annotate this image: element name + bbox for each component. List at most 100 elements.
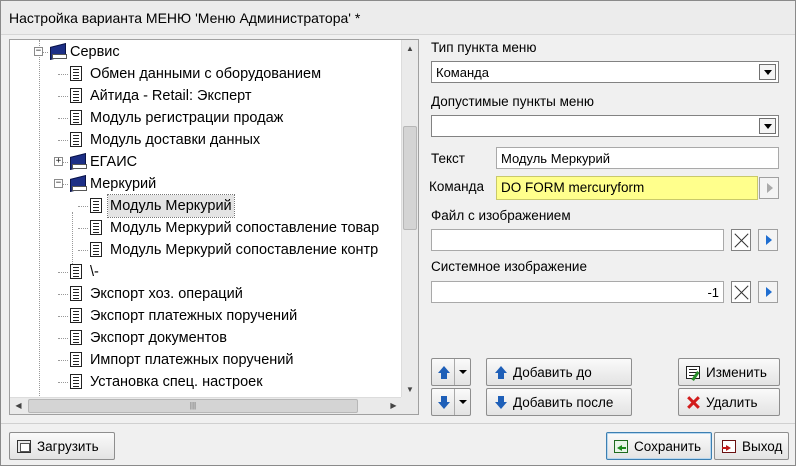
document-icon bbox=[70, 286, 82, 301]
tree-connector bbox=[58, 140, 68, 141]
tree-connector bbox=[58, 338, 68, 339]
text-field[interactable]: Модуль Меркурий bbox=[496, 147, 779, 169]
book-icon bbox=[70, 155, 87, 169]
tree-node-label: Установка спец. настроек bbox=[90, 374, 263, 390]
arrow-up-icon bbox=[494, 366, 508, 379]
load-button[interactable]: Загрузить bbox=[9, 432, 115, 460]
scrollbar-corner bbox=[401, 397, 418, 414]
image-file-label: Файл с изображением bbox=[431, 208, 571, 223]
tree-node[interactable]: Экспорт хоз. операций bbox=[10, 283, 402, 305]
document-icon bbox=[70, 374, 82, 389]
delete-label: Удалить bbox=[706, 395, 758, 410]
chevron-down-icon[interactable] bbox=[759, 118, 776, 134]
system-image-field[interactable]: -1 bbox=[431, 281, 724, 303]
menu-item-type-value: Команда bbox=[436, 65, 489, 80]
chevron-down-icon[interactable] bbox=[454, 359, 470, 385]
tree-node-label: Модуль Меркурий bbox=[107, 194, 235, 218]
system-image-label: Системное изображение bbox=[431, 259, 587, 274]
document-icon bbox=[70, 264, 82, 279]
chevron-down-icon[interactable] bbox=[454, 389, 470, 415]
load-icon bbox=[17, 440, 31, 453]
browse-image-file-button[interactable] bbox=[758, 229, 778, 251]
tree-node[interactable]: Модуль Меркурий сопоставление товар bbox=[10, 217, 402, 239]
title-bar: Настройка варианта МЕНЮ 'Меню Администра… bbox=[1, 1, 795, 35]
scroll-up-icon[interactable]: ▲ bbox=[402, 40, 418, 57]
tree-node[interactable]: Установка спец. настроек bbox=[10, 371, 402, 393]
tree-connector bbox=[58, 294, 68, 295]
tree-node[interactable]: Модуль Меркурий bbox=[10, 194, 402, 218]
save-icon bbox=[614, 440, 628, 453]
delete-button[interactable]: Удалить bbox=[678, 388, 780, 416]
tree-node[interactable]: Обмен данными с оборудованием bbox=[10, 63, 402, 85]
browse-system-image-button[interactable] bbox=[758, 281, 778, 303]
tree-node-label: Экспорт платежных поручений bbox=[90, 308, 298, 324]
book-icon bbox=[70, 177, 87, 191]
tree-node[interactable]: Импорт платежных поручений bbox=[10, 349, 402, 371]
allowed-items-label: Допустимые пункты меню bbox=[431, 94, 595, 109]
collapse-icon[interactable]: − bbox=[34, 47, 43, 56]
menu-tree[interactable]: − Сервис Обмен данными с оборудованием Айти… bbox=[9, 39, 419, 415]
exit-button[interactable]: Выход bbox=[714, 432, 789, 460]
menu-item-type-label: Тип пункта меню bbox=[431, 40, 537, 55]
chevron-down-icon[interactable] bbox=[759, 64, 776, 80]
tree-node[interactable]: Модуль регистрации продаж bbox=[10, 107, 402, 129]
document-icon bbox=[70, 132, 82, 147]
tree-horizontal-scrollbar[interactable]: ◀ ||| ▶ bbox=[10, 397, 402, 414]
expand-icon[interactable]: + bbox=[54, 157, 63, 166]
tree-node[interactable]: + ЕГАИС bbox=[10, 151, 402, 173]
clear-image-file-icon[interactable] bbox=[731, 229, 751, 251]
tree-node-label: Сервис bbox=[70, 44, 120, 60]
delete-icon bbox=[686, 396, 700, 409]
document-icon bbox=[70, 88, 82, 103]
tree-vertical-scrollbar[interactable]: ▲ ▼ bbox=[401, 40, 418, 398]
tree-node[interactable]: Экспорт платежных поручений bbox=[10, 305, 402, 327]
exit-icon bbox=[722, 440, 736, 453]
add-before-label: Добавить до bbox=[513, 365, 592, 380]
clear-system-image-icon[interactable] bbox=[731, 281, 751, 303]
edit-label: Изменить bbox=[706, 365, 767, 380]
tree-connector bbox=[58, 382, 68, 383]
scroll-left-icon[interactable]: ◀ bbox=[10, 398, 27, 414]
tree-node[interactable]: \- bbox=[10, 261, 402, 283]
tree-node-label: Модуль Меркурий сопоставление контр bbox=[110, 242, 379, 258]
arrow-down-icon bbox=[437, 396, 451, 409]
tree-node[interactable]: Модуль Меркурий сопоставление контр bbox=[10, 239, 402, 261]
collapse-icon[interactable]: − bbox=[54, 179, 63, 188]
footer-separator bbox=[1, 423, 795, 424]
tree-node-label: Модуль Меркурий сопоставление товар bbox=[110, 220, 380, 236]
document-icon bbox=[70, 110, 82, 125]
tree-node-label: Экспорт хоз. операций bbox=[90, 286, 243, 302]
tree-node[interactable]: − Сервис bbox=[10, 41, 402, 63]
tree-node[interactable]: Айтида - Retail: Эксперт bbox=[10, 85, 402, 107]
move-down-button[interactable] bbox=[431, 388, 471, 416]
tree-connector bbox=[58, 118, 68, 119]
tree-node-label: Модуль регистрации продаж bbox=[90, 110, 284, 126]
command-run-button[interactable] bbox=[759, 177, 779, 199]
scroll-down-icon[interactable]: ▼ bbox=[402, 381, 418, 398]
tree-node[interactable]: Модуль доставки данных bbox=[10, 129, 402, 151]
image-file-field[interactable] bbox=[431, 229, 724, 251]
add-after-button[interactable]: Добавить после bbox=[486, 388, 632, 416]
add-before-button[interactable]: Добавить до bbox=[486, 358, 632, 386]
tree-node-label: \- bbox=[90, 264, 99, 280]
menu-item-type-select[interactable]: Команда bbox=[431, 61, 779, 83]
document-icon bbox=[70, 308, 82, 323]
tree-vertical-scroll-thumb[interactable] bbox=[403, 126, 417, 230]
document-icon bbox=[90, 242, 102, 257]
tree-node[interactable]: Экспорт документов bbox=[10, 327, 402, 349]
edit-button[interactable]: Изменить bbox=[678, 358, 780, 386]
save-button[interactable]: Сохранить bbox=[606, 432, 712, 460]
exit-label: Выход bbox=[742, 439, 783, 454]
move-up-button[interactable] bbox=[431, 358, 471, 386]
menu-tree-rows: − Сервис Обмен данными с оборудованием Айти… bbox=[10, 40, 402, 398]
tree-node[interactable]: − Меркурий bbox=[10, 173, 402, 195]
book-icon bbox=[50, 45, 67, 59]
document-icon bbox=[90, 198, 102, 213]
command-field[interactable]: DO FORM mercuryform bbox=[496, 176, 758, 200]
tree-horizontal-scroll-thumb[interactable]: ||| bbox=[28, 399, 358, 413]
tree-connector bbox=[78, 250, 88, 251]
scroll-right-icon[interactable]: ▶ bbox=[385, 398, 402, 414]
tree-connector bbox=[78, 206, 88, 207]
allowed-items-select[interactable] bbox=[431, 115, 779, 137]
tree-node-label: Экспорт документов bbox=[90, 330, 227, 346]
